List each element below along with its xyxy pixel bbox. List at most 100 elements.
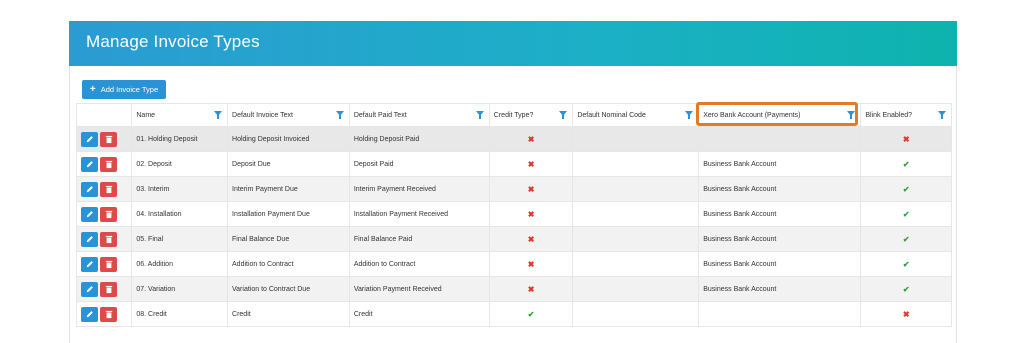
add-invoice-type-button[interactable]: + Add Invoice Type	[82, 80, 166, 99]
trash-icon	[105, 135, 112, 143]
cell-name: 04. Installation	[131, 201, 229, 227]
row-actions	[75, 301, 133, 327]
delete-button[interactable]	[100, 306, 117, 322]
edit-button[interactable]	[81, 256, 98, 272]
cell-name: 06. Addition	[131, 251, 229, 277]
page-title: Manage Invoice Types	[86, 32, 260, 51]
cell-invoice-text: Final Balance Due	[227, 226, 350, 252]
filter-icon[interactable]	[335, 111, 344, 119]
cell-xero-bank-account: Business Bank Account	[698, 176, 862, 202]
cell-paid-text: Deposit Paid	[348, 151, 490, 177]
check-icon: ✔	[902, 259, 910, 269]
cell-nominal-code	[572, 201, 700, 227]
column-header-credit-type[interactable]: Credit Type?	[488, 103, 574, 127]
cell-name: 01. Holding Deposit	[131, 126, 229, 152]
cell-credit-type: ✖	[488, 251, 574, 277]
edit-button[interactable]	[81, 181, 98, 197]
trash-icon	[105, 310, 112, 318]
row-actions	[75, 201, 133, 227]
delete-button[interactable]	[100, 131, 117, 147]
column-header-xero-bank-account[interactable]: Xero Bank Account (Payments)	[698, 103, 862, 127]
column-header-nominal-code[interactable]: Default Nominal Code	[572, 103, 700, 127]
cell-paid-text: Interim Payment Received	[348, 176, 490, 202]
cell-invoice-text: Holding Deposit Invoiced	[227, 126, 350, 152]
edit-button[interactable]	[81, 156, 98, 172]
cross-icon: ✖	[902, 134, 910, 144]
trash-icon	[105, 260, 112, 268]
delete-button[interactable]	[100, 206, 117, 222]
cross-icon: ✖	[527, 259, 535, 269]
cell-blink-enabled: ✖	[860, 126, 952, 152]
cell-invoice-text: Addition to Contract	[227, 251, 350, 277]
pencil-icon	[86, 136, 93, 143]
filter-icon[interactable]	[214, 111, 223, 119]
edit-button[interactable]	[81, 231, 98, 247]
cell-blink-enabled: ✔	[860, 226, 952, 252]
cell-blink-enabled: ✔	[860, 276, 952, 302]
filter-icon[interactable]	[938, 111, 946, 119]
edit-button[interactable]	[81, 306, 98, 322]
cell-paid-text: Holding Deposit Paid	[348, 126, 490, 152]
edit-button[interactable]	[81, 206, 98, 222]
table-header-row: Name Default Invoice Text Default Paid T…	[75, 103, 952, 127]
pencil-icon	[86, 161, 93, 168]
cell-xero-bank-account: Business Bank Account	[698, 201, 862, 227]
cell-nominal-code	[572, 226, 700, 252]
pencil-icon	[86, 286, 93, 293]
edit-button[interactable]	[81, 281, 98, 297]
column-header-blink-enabled[interactable]: Blink Enabled?	[860, 103, 952, 127]
check-icon: ✔	[902, 284, 910, 294]
pencil-icon	[86, 261, 93, 268]
filter-icon[interactable]	[685, 111, 694, 119]
cell-xero-bank-account	[698, 301, 862, 327]
cell-nominal-code	[572, 176, 700, 202]
cell-paid-text: Credit	[348, 301, 490, 327]
panel-header: Manage Invoice Types	[69, 21, 957, 66]
cell-nominal-code	[572, 151, 700, 177]
cell-credit-type: ✖	[488, 176, 574, 202]
cell-credit-type: ✔	[488, 301, 574, 327]
cell-invoice-text: Credit	[227, 301, 350, 327]
cell-nominal-code	[572, 301, 700, 327]
pencil-icon	[86, 236, 93, 243]
filter-icon[interactable]	[559, 111, 568, 119]
delete-button[interactable]	[100, 181, 117, 197]
column-header-invoice-text[interactable]: Default Invoice Text	[227, 103, 350, 127]
cell-name: 05. Final	[131, 226, 229, 252]
delete-button[interactable]	[100, 281, 117, 297]
delete-button[interactable]	[100, 231, 117, 247]
delete-button[interactable]	[100, 156, 117, 172]
panel-body: + Add Invoice Type Name Default Invoice …	[69, 66, 957, 343]
cell-invoice-text: Deposit Due	[227, 151, 350, 177]
filter-icon[interactable]	[847, 111, 856, 119]
row-actions	[75, 276, 133, 302]
plus-icon: +	[89, 84, 96, 95]
table-row: 04. Installation Installation Payment Due…	[75, 201, 952, 227]
edit-button[interactable]	[81, 131, 98, 147]
check-icon: ✔	[902, 209, 910, 219]
trash-icon	[105, 285, 112, 293]
check-icon: ✔	[902, 234, 910, 244]
invoice-types-table: Name Default Invoice Text Default Paid T…	[75, 103, 952, 327]
check-icon: ✔	[902, 159, 910, 169]
cell-xero-bank-account: Business Bank Account	[698, 276, 862, 302]
add-invoice-type-label: Add Invoice Type	[100, 85, 159, 94]
cross-icon: ✖	[527, 234, 535, 244]
cell-xero-bank-account: Business Bank Account	[698, 251, 862, 277]
actions-header	[75, 103, 133, 127]
cell-credit-type: ✖	[488, 201, 574, 227]
column-header-paid-text[interactable]: Default Paid Text	[348, 103, 490, 127]
cell-xero-bank-account: Business Bank Account	[698, 151, 862, 177]
cross-icon: ✖	[527, 159, 535, 169]
delete-button[interactable]	[100, 256, 117, 272]
cell-xero-bank-account: Business Bank Account	[698, 226, 862, 252]
check-icon: ✔	[527, 309, 535, 319]
filter-icon[interactable]	[475, 111, 484, 119]
cell-credit-type: ✖	[488, 226, 574, 252]
column-header-name[interactable]: Name	[131, 103, 229, 127]
cell-name: 03. Interim	[131, 176, 229, 202]
cell-name: 07. Variation	[131, 276, 229, 302]
cell-credit-type: ✖	[488, 126, 574, 152]
table-row: 03. Interim Interim Payment Due Interim Pa…	[75, 176, 952, 202]
cross-icon: ✖	[527, 134, 535, 144]
